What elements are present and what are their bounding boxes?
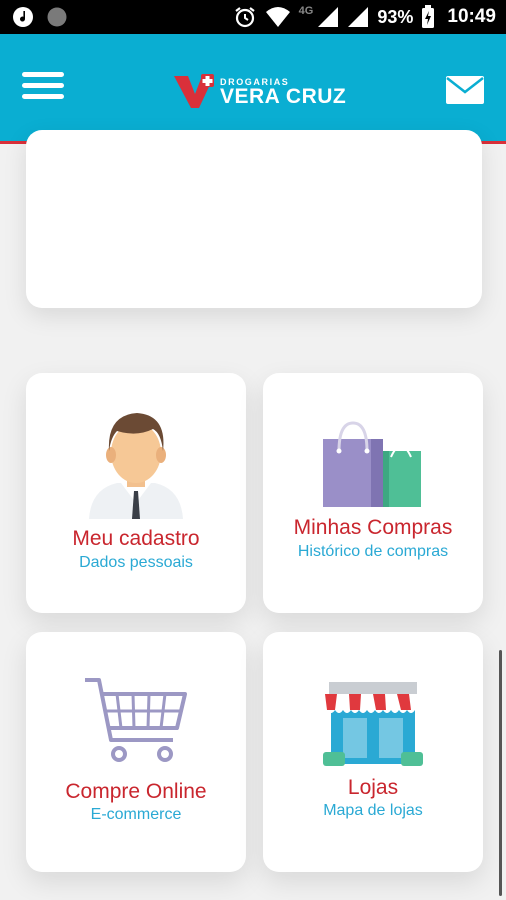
network-type-label: 4G [298,5,314,17]
shopping-bags-icon [263,421,483,509]
person-icon [26,407,246,519]
brand-logo: DROGARIAS VERA CRUZ [174,74,347,110]
tile-title: Lojas [347,776,399,799]
store-icon [263,680,483,768]
notification-dot-icon [47,7,67,27]
tile-title: Minhas Compras [293,516,453,539]
brand-name: VERA CRUZ [220,85,347,108]
signal-icon-2 [348,7,369,27]
tile-subtitle: E-commerce [90,806,182,823]
tile-minhas-compras[interactable]: Minhas Compras Histórico de compras [263,373,483,613]
tile-meu-cadastro[interactable]: Meu cadastro Dados pessoais [26,373,246,613]
tile-lojas[interactable]: Lojas Mapa de lojas [263,632,483,872]
hamburger-icon [22,72,64,77]
menu-button[interactable] [22,72,64,104]
app-header: DROGARIAS VERA CRUZ [0,34,506,144]
status-bar: 4G 93% 10:49 [0,0,506,34]
hamburger-line [22,94,64,99]
tile-subtitle: Histórico de compras [297,543,449,560]
battery-percent: 93% [377,6,414,27]
messages-button[interactable] [446,76,484,104]
battery-charging-icon [422,5,435,28]
banner-card [26,130,482,308]
tile-title: Compre Online [65,780,207,803]
tile-subtitle: Mapa de lojas [323,802,423,819]
signal-icon [318,7,339,27]
tile-compre-online[interactable]: Compre Online E-commerce [26,632,246,872]
wifi-icon [265,7,290,27]
alarm-icon [235,7,255,28]
shopping-cart-icon [26,672,246,772]
envelope-icon [446,76,484,104]
music-note-icon [13,7,33,27]
tile-title: Meu cadastro [72,527,200,550]
tile-subtitle: Dados pessoais [79,554,193,571]
clock-time: 10:49 [447,6,496,27]
scrollbar[interactable] [499,650,502,896]
hamburger-line [22,83,64,88]
vera-cruz-logo-icon [174,74,214,108]
